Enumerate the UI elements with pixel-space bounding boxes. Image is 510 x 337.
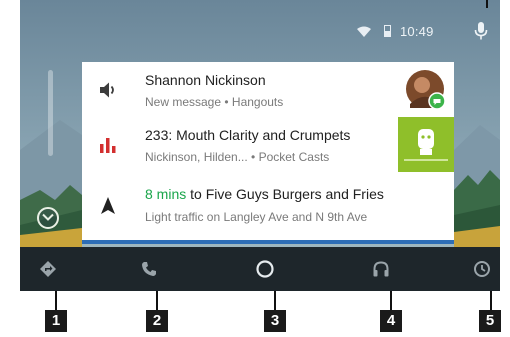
eta-highlight: 8 mins — [145, 186, 187, 202]
status-time: 10:49 — [400, 24, 434, 39]
callout-badge-4: 4 — [380, 310, 402, 332]
microphone-callout-line — [486, 0, 488, 8]
contact-avatar — [406, 70, 446, 110]
nav-directions-button[interactable] — [34, 255, 62, 283]
callout-badge-2: 2 — [146, 310, 168, 332]
card-subtitle: New message • Hangouts — [145, 95, 284, 109]
nav-phone-button[interactable] — [135, 255, 163, 283]
android-auto-screen: 10:49 Shannon Nickinson New message • Ha… — [20, 0, 500, 291]
card-subtitle: Nickinson, Hilden... • Pocket Casts — [145, 150, 330, 164]
battery-icon — [384, 25, 391, 37]
recent-icon — [474, 261, 490, 277]
home-circle-icon — [256, 260, 274, 278]
nav-audio-button[interactable] — [367, 255, 395, 283]
nav-home-button[interactable] — [251, 255, 279, 283]
wifi-icon — [357, 26, 371, 37]
callout-badge-1: 1 — [45, 310, 67, 332]
callout-badge-5: 5 — [479, 310, 501, 332]
navigation-arrow-icon — [101, 197, 115, 214]
navigation-card[interactable]: 8 mins to Five Guys Burgers and Fries Li… — [82, 172, 454, 244]
phone-icon — [142, 262, 156, 276]
card-title: 8 mins to Five Guys Burgers and Fries — [145, 186, 384, 202]
callout-line-1 — [55, 291, 57, 310]
callout-line-3 — [274, 291, 276, 310]
card-subtitle: Light traffic on Langley Ave and N 9th A… — [145, 210, 368, 224]
directions-icon — [40, 261, 56, 277]
destination-text: to Five Guys Burgers and Fries — [186, 186, 384, 202]
podcast-artwork — [398, 117, 454, 172]
callout-line-5 — [490, 291, 492, 310]
volume-icon — [100, 82, 114, 98]
expand-button[interactable] — [37, 207, 59, 229]
card-title: 233: Mouth Clarity and Crumpets — [145, 127, 351, 143]
bottom-nav-bar — [20, 247, 500, 291]
scrollbar[interactable] — [48, 70, 53, 156]
callout-line-4 — [390, 291, 392, 310]
callout-badge-3: 3 — [264, 310, 286, 332]
card-title: Shannon Nickinson — [145, 72, 266, 88]
chevron-down-icon — [42, 213, 54, 221]
nav-overview-button[interactable] — [468, 255, 496, 283]
callout-line-2 — [156, 291, 158, 310]
headphones-icon — [373, 261, 389, 277]
microphone-icon[interactable] — [474, 22, 488, 40]
notification-card-message[interactable]: Shannon Nickinson New message • Hangouts — [82, 62, 454, 118]
notification-card-podcast[interactable]: 233: Mouth Clarity and Crumpets Nickinso… — [82, 117, 454, 173]
equalizer-icon — [100, 138, 116, 153]
